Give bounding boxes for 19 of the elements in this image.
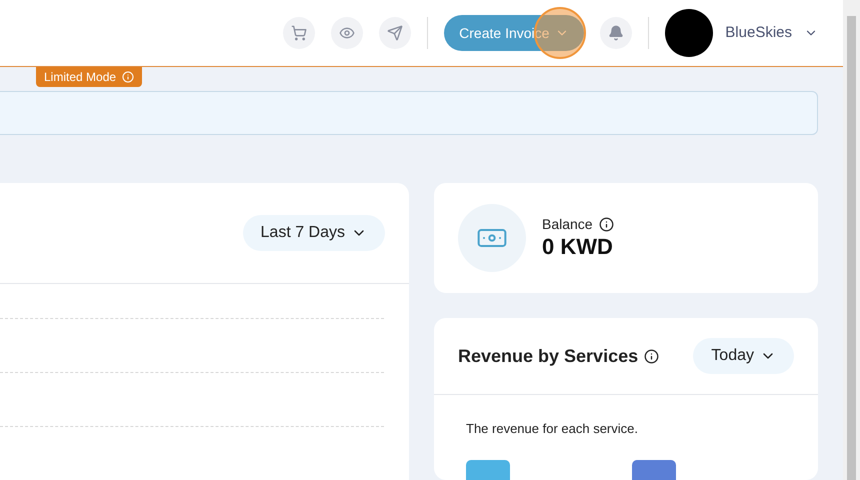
paper-plane-icon xyxy=(387,24,404,41)
cart-button[interactable] xyxy=(283,16,316,49)
eye-button[interactable] xyxy=(331,16,364,49)
info-icon xyxy=(644,348,660,364)
balance-value: 0 KWD xyxy=(542,234,614,260)
cart-icon xyxy=(291,24,308,41)
balance-label: Balance xyxy=(542,216,593,232)
account-menu[interactable]: BlueSkies xyxy=(725,24,818,42)
period-dropdown[interactable]: Today xyxy=(693,338,794,374)
period-dropdown[interactable]: Last 7 Days xyxy=(242,215,385,251)
notifications-button[interactable] xyxy=(600,16,632,49)
info-icon xyxy=(122,70,134,83)
bell-icon xyxy=(608,24,624,41)
card-title: Revenue by Services xyxy=(458,346,638,366)
info-icon xyxy=(598,216,614,232)
send-button[interactable] xyxy=(379,16,412,49)
eye-icon xyxy=(339,24,356,41)
badge-label: Limited Mode xyxy=(44,70,116,84)
card-description: The revenue for each service. xyxy=(465,420,639,436)
